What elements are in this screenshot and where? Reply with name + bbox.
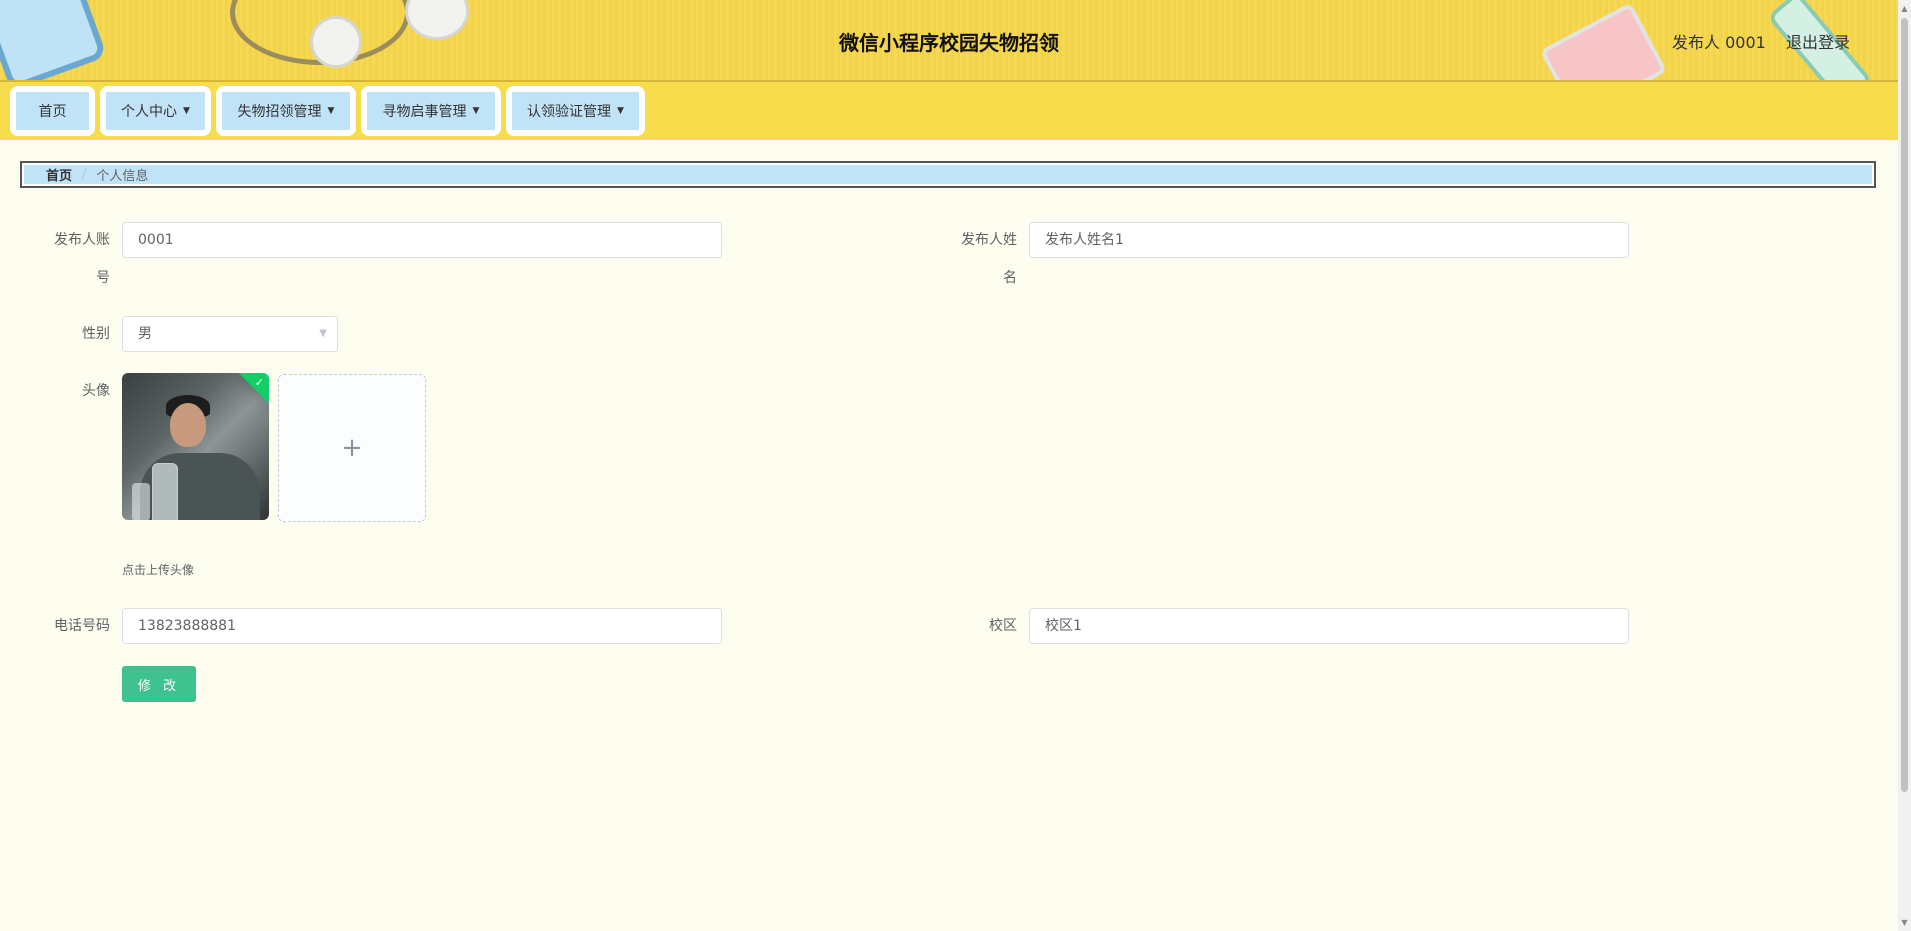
gender-value: 男 [138, 326, 152, 342]
current-user: 发布人 0001 [1672, 33, 1766, 52]
avatar-upload-button[interactable]: + [278, 374, 426, 522]
scrollbar-thumb[interactable] [1901, 18, 1908, 792]
campus-label: 校区 [989, 618, 1017, 634]
phone-field[interactable]: 13823888881 [122, 608, 722, 644]
nav-item-claim-verify[interactable]: 认领验证管理 ▼ [506, 86, 645, 136]
chevron-down-icon: ▼ [327, 106, 335, 116]
account-label-wrap: 号 [96, 270, 110, 286]
plus-icon: + [341, 433, 363, 463]
nav-item-label: 个人中心 [121, 104, 178, 120]
name-label-wrap: 名 [1003, 270, 1017, 286]
nav-item-label: 首页 [38, 104, 67, 120]
gender-label: 性别 [82, 326, 110, 342]
chevron-down-icon: ▼ [617, 106, 624, 116]
nav-item-personal-center[interactable]: 个人中心 ▼ [100, 86, 211, 136]
chevron-down-icon: ▼ [472, 106, 480, 116]
nav-item-label: 认领验证管理 [527, 104, 612, 120]
upload-success-badge [237, 373, 269, 405]
gender-select[interactable]: 男 ▼ [122, 316, 338, 352]
top-nav: 首页 个人中心 ▼ 失物招领管理 ▼ 寻物启事管理 ▼ 认领验证管理 ▼ [0, 82, 1898, 140]
avatar-label: 头像 [82, 383, 110, 399]
header: 微信小程序校园失物招领 发布人 0001 退出登录 [0, 0, 1898, 82]
nav-item-lost-found[interactable]: 失物招领管理 ▼ [216, 86, 356, 136]
account-label: 发布人账 [54, 232, 110, 248]
scroll-down-icon[interactable]: ▼ [1900, 918, 1909, 927]
nav-item-lost-notice[interactable]: 寻物启事管理 ▼ [361, 86, 501, 136]
scroll-up-icon[interactable]: ▲ [1900, 4, 1909, 13]
nav-item-label: 寻物启事管理 [382, 104, 467, 120]
breadcrumb-home[interactable]: 首页 [46, 165, 72, 184]
avatar-person-face [170, 403, 206, 447]
campus-field[interactable]: 校区1 [1029, 608, 1629, 644]
phone-label: 电话号码 [54, 618, 110, 634]
logout-button[interactable]: 退出登录 [1786, 29, 1850, 53]
avatar-bottle [152, 463, 178, 520]
app-title: 微信小程序校园失物招领 [839, 31, 1059, 55]
avatar-glass [132, 483, 150, 520]
name-field[interactable]: 发布人姓名1 [1029, 222, 1629, 258]
breadcrumb: 首页 / 个人信息 [20, 161, 1876, 188]
name-label: 发布人姓 [961, 232, 1017, 248]
nav-item-label: 失物招领管理 [237, 104, 322, 120]
nav-item-home[interactable]: 首页 [10, 86, 95, 136]
chevron-down-icon: ▼ [319, 328, 327, 339]
breadcrumb-separator: / [82, 167, 87, 182]
avatar-image[interactable]: ✓ [122, 373, 269, 520]
check-icon: ✓ [254, 376, 264, 389]
update-button[interactable]: 修 改 [122, 666, 196, 702]
breadcrumb-current: 个人信息 [96, 169, 149, 184]
account-field[interactable]: 0001 [122, 222, 722, 258]
chevron-down-icon: ▼ [183, 106, 190, 116]
avatar-upload-tip: 点击上传头像 [122, 563, 195, 577]
